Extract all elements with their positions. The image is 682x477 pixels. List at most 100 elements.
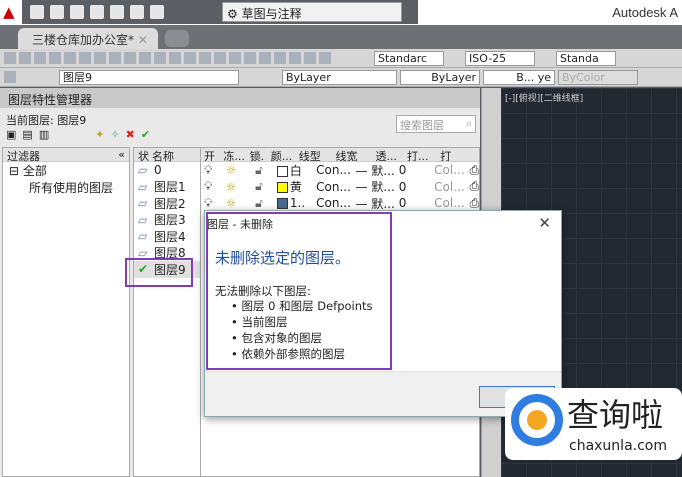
toolbar-icon[interactable]	[244, 52, 256, 64]
toolbar-icon[interactable]	[124, 52, 136, 64]
layer-row[interactable]: ▱ 0	[134, 162, 200, 179]
dim-style-select[interactable]: ISO-25	[465, 50, 535, 66]
new-layer-icon[interactable]: ✦	[95, 128, 104, 141]
autocad-logo-icon[interactable]: ▲	[3, 3, 15, 21]
layer-props-row[interactable]: 💡︎ ☼ 🔓︎ 黄 Con... — 默... 0 Col... ⎙	[201, 179, 479, 196]
toolbar-icon[interactable]	[229, 52, 241, 64]
document-tab[interactable]: 三楼仓库加办公室* ✕	[18, 28, 158, 49]
new-icon[interactable]	[30, 5, 44, 19]
toolbar-icon[interactable]	[139, 52, 151, 64]
unlock-icon[interactable]: 🔓︎	[252, 196, 274, 211]
toolbar-icon[interactable]	[64, 52, 76, 64]
column-header[interactable]: 透...	[373, 148, 404, 161]
toolbar-icon[interactable]	[304, 52, 316, 64]
close-tab-icon[interactable]: ✕	[138, 33, 148, 47]
toolbar-icon[interactable]	[154, 52, 166, 64]
plot-style[interactable]: Col...	[431, 180, 466, 194]
redo-icon[interactable]	[150, 5, 164, 19]
column-header[interactable]: 线宽	[332, 148, 372, 161]
toolbar-icon[interactable]	[214, 52, 226, 64]
toolbar-icon[interactable]	[34, 52, 46, 64]
bulb-icon[interactable]: 💡︎	[201, 179, 223, 194]
printer-icon[interactable]: ⎙	[467, 179, 479, 194]
transparency[interactable]: 0	[396, 180, 431, 194]
toolbar-icon[interactable]	[199, 52, 211, 64]
sun-icon[interactable]: ☼	[223, 180, 253, 194]
lineweight[interactable]: 默...	[371, 197, 394, 211]
column-header[interactable]: 锁.	[247, 148, 268, 161]
sun-icon[interactable]: ☼	[223, 196, 253, 210]
status-header[interactable]: 状	[134, 148, 152, 163]
viewport-label[interactable]: [-][俯视][二维线框]	[505, 91, 583, 104]
toolbar-icon[interactable]	[79, 52, 91, 64]
plot-style[interactable]: Col...	[431, 163, 466, 177]
lineweight[interactable]: 默...	[371, 164, 394, 178]
text-style-select[interactable]: Standarc	[374, 50, 444, 66]
column-header[interactable]: 打	[437, 148, 479, 161]
collapse-button[interactable]: «	[118, 148, 125, 161]
bulb-icon[interactable]: 💡︎	[201, 163, 223, 178]
plot-style[interactable]: Col...	[431, 196, 466, 210]
layer-row[interactable]: ▱ 图层2	[134, 195, 200, 212]
workspace-select[interactable]: ⚙ 草图与注释	[222, 2, 402, 22]
unlock-icon[interactable]: 🔓︎	[252, 163, 274, 178]
toolbar-icon[interactable]	[184, 52, 196, 64]
toolbar-icon[interactable]	[289, 52, 301, 64]
save-icon[interactable]	[70, 5, 84, 19]
layer-row[interactable]: ▱ 图层4	[134, 228, 200, 245]
color-swatch[interactable]	[276, 198, 288, 210]
name-header[interactable]: 名称	[152, 148, 174, 163]
delete-layer-icon[interactable]: ✖	[126, 128, 135, 141]
undo-icon[interactable]	[130, 5, 144, 19]
open-icon[interactable]	[50, 5, 64, 19]
layer-select[interactable]: 图层9	[59, 69, 239, 85]
search-layer-input[interactable]: 搜索图层 ⌕	[396, 115, 476, 133]
printer-icon[interactable]: ⎙	[467, 163, 479, 178]
layer-row[interactable]: ▱ 图层1	[134, 179, 200, 196]
column-header[interactable]: 颜...	[268, 148, 296, 161]
unlock-icon[interactable]: 🔓︎	[252, 179, 274, 194]
tree-node-all[interactable]: ⊟ 全部	[3, 162, 129, 179]
set-current-icon[interactable]: ✔	[141, 128, 150, 141]
new-filter-icon[interactable]: ▣	[6, 128, 16, 141]
toolbar-icon[interactable]	[94, 52, 106, 64]
column-header[interactable]: 开	[201, 148, 220, 161]
printer-icon[interactable]: ⎙	[467, 196, 479, 211]
state-manager-icon[interactable]: ▥	[39, 128, 49, 141]
close-icon[interactable]: ✕	[538, 214, 551, 232]
toolbar-icon[interactable]	[259, 52, 271, 64]
toolbar-icon[interactable]	[169, 52, 181, 64]
linetype[interactable]: Con...	[313, 163, 352, 177]
toolbar-icon[interactable]	[274, 52, 286, 64]
tree-node-used[interactable]: 所有使用的图层	[3, 179, 129, 196]
toolbar-icon[interactable]	[19, 52, 31, 64]
lineweight[interactable]: 默...	[371, 180, 394, 194]
print-icon[interactable]	[110, 5, 124, 19]
color-select[interactable]: ByLayer	[282, 69, 397, 85]
column-header[interactable]: 冻...	[220, 148, 246, 161]
linetype-select[interactable]: ByLayer	[400, 69, 480, 85]
color-swatch[interactable]	[276, 165, 288, 177]
new-layer-vp-icon[interactable]: ✧	[110, 128, 119, 141]
layer-state-icon[interactable]	[4, 71, 16, 83]
toolbar-icon[interactable]	[4, 52, 16, 64]
column-header[interactable]: 打...	[404, 148, 437, 161]
toolbar-icon[interactable]	[109, 52, 121, 64]
linetype[interactable]: Con...	[313, 196, 352, 210]
transparency[interactable]: 0	[396, 163, 431, 177]
save-as-icon[interactable]	[90, 5, 104, 19]
new-tab-button[interactable]	[165, 30, 189, 47]
toolbar-icon[interactable]	[319, 52, 331, 64]
color-swatch[interactable]	[276, 182, 288, 194]
linetype[interactable]: Con...	[313, 180, 352, 194]
layer-row[interactable]: ▱ 图层3	[134, 212, 200, 229]
lineweight-select[interactable]: B... ye	[483, 69, 555, 85]
layer-props-row[interactable]: 💡︎ ☼ 🔓︎ 白 Con... — 默... 0 Col... ⎙	[201, 162, 479, 179]
table-style-select[interactable]: Standa	[556, 50, 616, 66]
sun-icon[interactable]: ☼	[223, 163, 253, 177]
bulb-icon[interactable]: 💡︎	[201, 196, 223, 211]
group-filter-icon[interactable]: ▤	[22, 128, 32, 141]
transparency[interactable]: 0	[396, 196, 431, 210]
column-header[interactable]: 线型	[296, 148, 333, 161]
toolbar-icon[interactable]	[49, 52, 61, 64]
